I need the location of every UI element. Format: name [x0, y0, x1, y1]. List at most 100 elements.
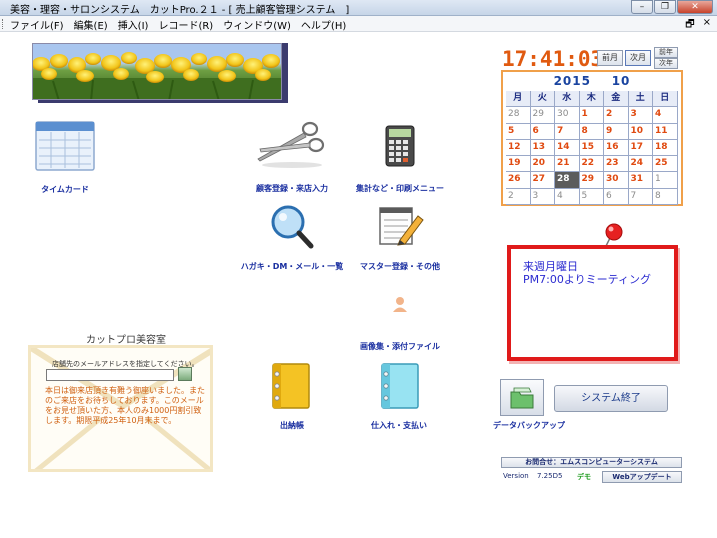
data-backup-button[interactable]: [500, 379, 544, 416]
calendar-day[interactable]: 6: [530, 123, 555, 140]
calendar-day[interactable]: 18: [653, 139, 678, 157]
postcard-launcher[interactable]: ハガキ・DM・メール・一覧: [241, 202, 343, 274]
calendar-day[interactable]: 15: [579, 139, 604, 157]
scissors-icon: [257, 121, 325, 168]
person-icon: [393, 297, 407, 312]
prev-year-button[interactable]: 前年: [654, 47, 678, 58]
calendar-day[interactable]: 16: [604, 139, 629, 157]
restore-icon[interactable]: ❐: [654, 0, 676, 14]
postcard-label: ハガキ・DM・メール・一覧: [240, 262, 344, 271]
system-exit-button[interactable]: システム終了: [554, 385, 668, 412]
contact-button[interactable]: お問合せ：エムスコンピューターシステム: [501, 457, 682, 468]
prev-month-button[interactable]: 前月: [597, 50, 623, 66]
calendar-month: 10: [611, 74, 631, 88]
calendar-day[interactable]: 7: [628, 188, 653, 206]
calendar-day[interactable]: 24: [628, 156, 653, 173]
notepad-pencil-icon: [379, 207, 424, 246]
calendar-day[interactable]: 6: [604, 188, 629, 206]
calendar-weekday: 金: [604, 91, 629, 108]
calendar-day[interactable]: 25: [653, 156, 678, 173]
menu-grip: [2, 19, 5, 29]
memo-line-2: PM7:00よりミーティング: [523, 273, 651, 286]
calendar-day[interactable]: 30: [604, 172, 629, 189]
calendar-day[interactable]: 8: [579, 123, 604, 140]
customer-launcher[interactable]: 顧客登録・来店入力: [252, 115, 332, 193]
calendar-week-row: 19 20 21 22 23 24 25: [506, 156, 678, 173]
cyan-binder-icon: [381, 363, 419, 409]
calendar-day[interactable]: 5: [506, 123, 531, 140]
next-year-button[interactable]: 次年: [654, 58, 678, 69]
calendar-day-today[interactable]: 28: [555, 172, 580, 189]
calendar-day[interactable]: 19: [506, 156, 531, 173]
menu-item-1[interactable]: 編集(E): [74, 17, 108, 32]
menu-item-4[interactable]: ウィンドウ(W): [223, 17, 291, 32]
calendar-weekday: 木: [579, 91, 604, 108]
aggregate-launcher[interactable]: 集計など・印刷メニュー: [356, 124, 444, 194]
calendar-day[interactable]: 8: [653, 188, 678, 206]
send-mail-button[interactable]: [178, 367, 192, 381]
master-launcher[interactable]: マスター登録・その他: [360, 202, 440, 274]
window-controls: – ❐ ✕: [631, 0, 713, 14]
close-icon[interactable]: ✕: [677, 0, 713, 14]
calendar-day[interactable]: 3: [628, 107, 653, 124]
web-update-button[interactable]: Webアップデート: [602, 471, 682, 483]
email-message-text[interactable]: 本日は御来店頂き有難う御座いました。またのご来店をお待ちしております。このメール…: [45, 386, 205, 426]
calendar-day[interactable]: 22: [579, 156, 604, 173]
calendar-day[interactable]: 21: [555, 156, 580, 173]
calendar-day[interactable]: 31: [628, 172, 653, 189]
demo-badge: デモ: [577, 473, 591, 481]
calendar-day[interactable]: 4: [653, 107, 678, 124]
calendar-year: 2015: [553, 74, 591, 88]
calendar-day[interactable]: 30: [555, 107, 580, 124]
purchase-launcher[interactable]: 仕入れ・支払い: [362, 360, 436, 432]
calendar-day[interactable]: 13: [530, 139, 555, 157]
tulip-banner-image: [32, 43, 282, 100]
calendar-day[interactable]: 2: [506, 188, 531, 206]
minimize-icon[interactable]: –: [631, 0, 653, 14]
calendar-week-row: 26 27 28 29 30 31 1: [506, 172, 678, 189]
calendar-day[interactable]: 29: [530, 107, 555, 124]
aggregate-label: 集計など・印刷メニュー: [356, 184, 444, 193]
calendar-week-row: 5 6 7 8 9 10 11: [506, 123, 678, 140]
mdi-restore-icon[interactable]: 🗗: [685, 17, 694, 34]
calendar-day[interactable]: 27: [530, 172, 555, 189]
email-address-input[interactable]: [46, 369, 174, 381]
calendar-day[interactable]: 14: [555, 139, 580, 157]
calendar-weekday: 土: [628, 91, 653, 108]
calendar-day[interactable]: 12: [506, 139, 531, 157]
calendar-day[interactable]: 1: [579, 107, 604, 124]
title-bar: 美容・理容・サロンシステム カットPro.２１ - [ 売上顧客管理システム ]…: [0, 0, 717, 16]
memo-note[interactable]: 来週月曜日 PM7:00よりミーティング: [507, 245, 678, 361]
clock-time: 17:41:03: [502, 47, 604, 71]
calendar-weekday: 日: [653, 91, 678, 108]
next-month-button[interactable]: 次月: [625, 50, 651, 66]
calendar-day[interactable]: 11: [653, 123, 678, 140]
calendar-day[interactable]: 28: [506, 107, 531, 124]
calendar-day[interactable]: 5: [579, 188, 604, 206]
timecard-launcher[interactable]: タイムカード: [33, 120, 97, 196]
calendar-day[interactable]: 2: [604, 107, 629, 124]
calendar-day[interactable]: 1: [653, 172, 678, 189]
menu-item-3[interactable]: レコード(R): [158, 17, 213, 32]
calendar-day[interactable]: 9: [604, 123, 629, 140]
calendar-week-row: 2345678: [506, 188, 678, 206]
calendar-day[interactable]: 10: [628, 123, 653, 140]
calendar-day[interactable]: 7: [555, 123, 580, 140]
menu-item-5[interactable]: ヘルプ(H): [301, 17, 346, 32]
mdi-controls: 🗗 ×: [685, 17, 711, 34]
menu-bar: ファイル(F) 編集(E) 挿入(I) レコード(R) ウィンドウ(W) ヘルプ(H) 🗗…: [0, 16, 717, 32]
calendar-day[interactable]: 29: [579, 172, 604, 189]
calendar-day[interactable]: 23: [604, 156, 629, 173]
mdi-close-icon[interactable]: ×: [703, 17, 711, 34]
calendar-day[interactable]: 3: [530, 188, 555, 206]
calendar: 2015 10 月火水木金土日 28 29 30 1 2 3 4 5 6 7 8 9 10 11 12 13 14…: [501, 70, 683, 206]
ledger-launcher[interactable]: 出納帳: [255, 360, 329, 432]
calendar-day[interactable]: 26: [506, 172, 531, 189]
menu-item-2[interactable]: 挿入(I): [118, 17, 149, 32]
calendar-day[interactable]: 20: [530, 156, 555, 173]
banner-shadow-bottom: [38, 100, 288, 103]
images-launcher[interactable]: 画像集・添付ファイル: [356, 294, 444, 352]
calendar-day[interactable]: 17: [628, 139, 653, 157]
menu-item-0[interactable]: ファイル(F): [10, 17, 64, 32]
calendar-day[interactable]: 4: [555, 188, 580, 206]
